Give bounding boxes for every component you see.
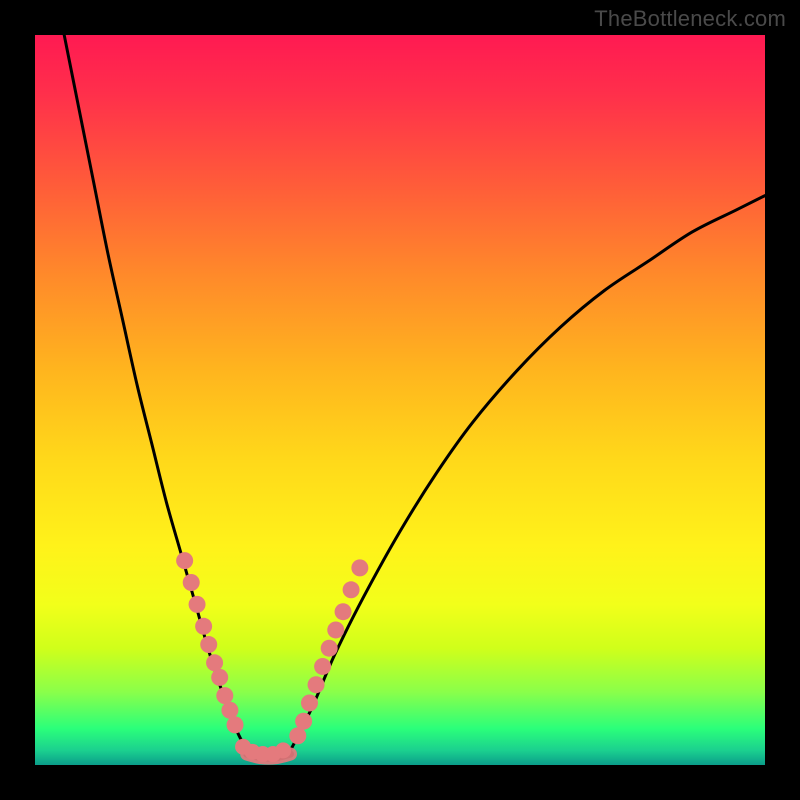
highlight-dot (351, 559, 368, 576)
highlight-dot (289, 727, 306, 744)
curve-paths (64, 35, 765, 758)
series-right-branch (291, 196, 766, 751)
attribution-text: TheBottleneck.com (594, 6, 786, 32)
highlight-dot (335, 603, 352, 620)
highlight-dot (216, 687, 233, 704)
highlight-dot (301, 694, 318, 711)
highlight-dot (295, 713, 312, 730)
highlight-dot (211, 669, 228, 686)
highlight-dot (189, 596, 206, 613)
highlight-dot (200, 636, 217, 653)
highlight-dot (314, 658, 331, 675)
highlight-dot (206, 654, 223, 671)
highlight-dots (176, 552, 368, 762)
curve-layer (35, 35, 765, 765)
chart-frame: TheBottleneck.com (0, 0, 800, 800)
highlight-dot (227, 716, 244, 733)
highlight-dot (327, 621, 344, 638)
highlight-dot (308, 676, 325, 693)
highlight-dot (176, 552, 193, 569)
highlight-dot (321, 640, 338, 657)
highlight-dot (343, 581, 360, 598)
plot-area (35, 35, 765, 765)
highlight-dot (221, 702, 238, 719)
highlight-dot (275, 742, 291, 758)
series-left-branch (64, 35, 247, 750)
highlight-dot (183, 574, 200, 591)
highlight-dot (195, 618, 212, 635)
